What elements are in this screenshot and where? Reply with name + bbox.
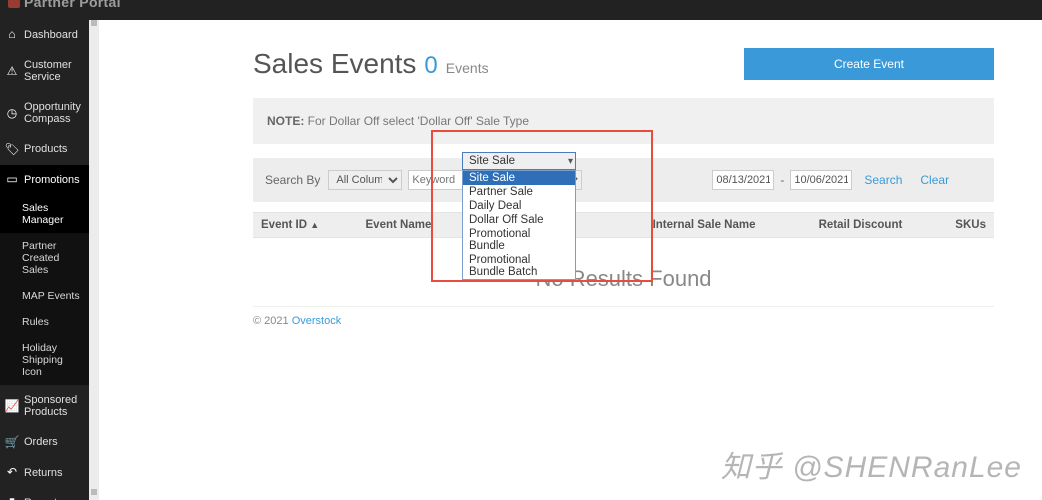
sidebar: ⌂ Dashboard ⚠ Customer Service ◷ Opportu…: [0, 20, 89, 500]
sale-type-option[interactable]: Daily Deal: [463, 199, 575, 213]
sidebar-item-label: Dashboard: [24, 29, 83, 41]
sale-type-option[interactable]: Site Sale: [463, 171, 575, 185]
compass-icon: ◷: [6, 107, 18, 119]
subnav-map-events[interactable]: MAP Events: [0, 283, 89, 309]
brand-logo-icon: [8, 0, 20, 8]
event-count-label: Events: [446, 60, 489, 76]
sidebar-item-label: Customer Service: [24, 59, 83, 83]
event-count: 0: [424, 52, 437, 80]
cart-icon: 🛒: [6, 437, 18, 449]
col-event-name[interactable]: Event Name: [362, 219, 476, 231]
col-retail-discount[interactable]: Retail Discount: [815, 219, 952, 231]
search-bar: Search By All Columns All Statuses - Sea…: [253, 158, 994, 202]
subnav-partner-created-sales[interactable]: Partner Created Sales: [0, 233, 89, 283]
note-box: NOTE: For Dollar Off select 'Dollar Off'…: [253, 98, 994, 144]
brand: Partner Portal: [8, 0, 121, 10]
sidebar-item-label: Opportunity Compass: [24, 101, 83, 125]
footer-link[interactable]: Overstock: [292, 315, 342, 327]
sidebar-item-label: Orders: [24, 436, 83, 448]
sidebar-item-customer-service[interactable]: ⚠ Customer Service: [0, 50, 89, 92]
subnav-rules[interactable]: Rules: [0, 309, 89, 335]
sale-type-selected: Site Sale: [469, 155, 515, 167]
watermark: 知乎 @SHENRanLee: [721, 442, 1022, 486]
dashboard-icon: ⌂: [6, 29, 18, 41]
date-separator: -: [780, 173, 784, 187]
sale-type-option[interactable]: Partner Sale: [463, 185, 575, 199]
return-icon: ↶: [6, 467, 18, 479]
chart-line-icon: 📈: [6, 400, 18, 412]
brand-text: Partner Portal: [24, 0, 121, 10]
sidebar-item-label: Returns: [24, 467, 83, 479]
alert-icon: ⚠: [6, 65, 18, 77]
note-text: For Dollar Off select 'Dollar Off' Sale …: [304, 114, 529, 128]
page-title: Sales Events 0 Events: [253, 48, 489, 80]
results-table: Event ID ▲ Event Name Start End Internal…: [253, 212, 994, 302]
sale-type-dropdown[interactable]: Site Sale Partner Sale Daily Deal Dollar…: [462, 170, 576, 280]
money-icon: ▭: [6, 174, 18, 186]
content-area: Sales Events 0 Events Create Event NOTE:…: [99, 20, 1042, 500]
search-by-label: Search By: [265, 173, 320, 187]
chevron-down-icon: ▾: [568, 156, 573, 167]
table-header: Event ID ▲ Event Name Start End Internal…: [253, 212, 994, 238]
footer: © 2021 Overstock: [253, 315, 994, 327]
col-internal-sale-name[interactable]: Internal Sale Name: [649, 219, 815, 231]
sidebar-item-sponsored-products[interactable]: 📈 Sponsored Products: [0, 385, 89, 427]
search-column-select[interactable]: All Columns: [328, 170, 402, 190]
sidebar-item-dashboard[interactable]: ⌂ Dashboard: [0, 20, 89, 50]
sidebar-item-opportunity-compass[interactable]: ◷ Opportunity Compass: [0, 92, 89, 134]
sort-asc-icon: ▲: [310, 220, 319, 230]
col-skus[interactable]: SKUs: [951, 219, 990, 231]
divider: [253, 306, 994, 307]
col-event-id[interactable]: Event ID ▲: [257, 219, 362, 231]
subnav-holiday-shipping-icon[interactable]: Holiday Shipping Icon: [0, 335, 89, 385]
promotions-subnav: Sales Manager Partner Created Sales MAP …: [0, 195, 89, 386]
subnav-sales-manager[interactable]: Sales Manager: [0, 195, 89, 233]
note-prefix: NOTE:: [267, 114, 304, 128]
search-date-from[interactable]: [712, 170, 774, 190]
sidebar-item-label: Products: [24, 143, 83, 155]
create-event-button[interactable]: Create Event: [744, 48, 994, 80]
sidebar-item-orders[interactable]: 🛒 Orders: [0, 427, 89, 457]
search-date-to[interactable]: [790, 170, 852, 190]
tag-icon: 🏷: [6, 144, 18, 156]
sidebar-item-products[interactable]: 🏷 Products: [0, 134, 89, 164]
sidebar-item-label: Sponsored Products: [24, 394, 83, 418]
sidebar-item-promotions[interactable]: ▭ Promotions: [0, 165, 89, 195]
no-results-message: No Results Found: [253, 238, 994, 302]
sidebar-item-returns[interactable]: ↶ Returns: [0, 458, 89, 488]
search-button[interactable]: Search: [858, 173, 908, 187]
footer-copyright: © 2021: [253, 315, 292, 327]
sidebar-item-label: Promotions: [24, 174, 83, 186]
sale-type-option[interactable]: Promotional Bundle Batch: [463, 253, 575, 279]
sidebar-item-reports[interactable]: ▮ Reports: [0, 488, 89, 500]
sale-type-option[interactable]: Promotional Bundle: [463, 227, 575, 253]
page-title-text: Sales Events: [253, 48, 416, 80]
sidebar-item-label: Reports: [24, 497, 83, 500]
clear-button[interactable]: Clear: [914, 173, 955, 187]
sale-type-option[interactable]: Dollar Off Sale: [463, 213, 575, 227]
iframe-scrollbar[interactable]: [89, 20, 99, 500]
sale-type-select[interactable]: Site Sale ▾: [462, 152, 576, 170]
